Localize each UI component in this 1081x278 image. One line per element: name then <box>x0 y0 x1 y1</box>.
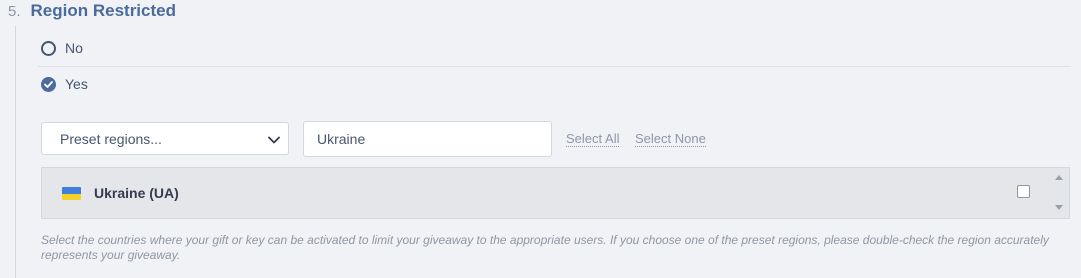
option-yes-label: Yes <box>65 76 88 92</box>
section-number: 5. <box>8 2 21 20</box>
chevron-down-icon <box>268 131 280 147</box>
preset-regions-value: Preset regions... <box>60 130 162 147</box>
region-checkbox[interactable] <box>1017 185 1030 198</box>
list-item[interactable]: Ukraine (UA) <box>42 168 1049 218</box>
scroll-down-arrow-icon[interactable] <box>1055 205 1063 210</box>
help-text: Select the countries where your gift or … <box>41 233 1049 262</box>
option-divider <box>38 66 1071 67</box>
section-heading: 5. Region Restricted <box>8 0 176 22</box>
scroll-up-arrow-icon[interactable] <box>1055 175 1063 180</box>
select-none-link[interactable]: Select None <box>635 131 706 147</box>
ukraine-flag-icon <box>62 187 81 200</box>
region-name: Ukraine (UA) <box>94 185 179 201</box>
section-divider-line <box>15 26 16 278</box>
region-search-input[interactable] <box>303 121 552 157</box>
option-yes[interactable]: Yes <box>41 76 88 92</box>
preset-regions-select[interactable]: Preset regions... <box>41 122 289 155</box>
region-list-scrollbar[interactable] <box>1049 168 1069 218</box>
section-title: Region Restricted <box>30 1 176 20</box>
option-no[interactable]: No <box>41 40 83 56</box>
region-list[interactable]: Ukraine (UA) <box>41 167 1070 219</box>
option-no-label: No <box>65 40 83 56</box>
select-all-link[interactable]: Select All <box>566 131 620 147</box>
radio-empty-icon <box>41 40 56 56</box>
check-circle-icon <box>41 76 56 92</box>
